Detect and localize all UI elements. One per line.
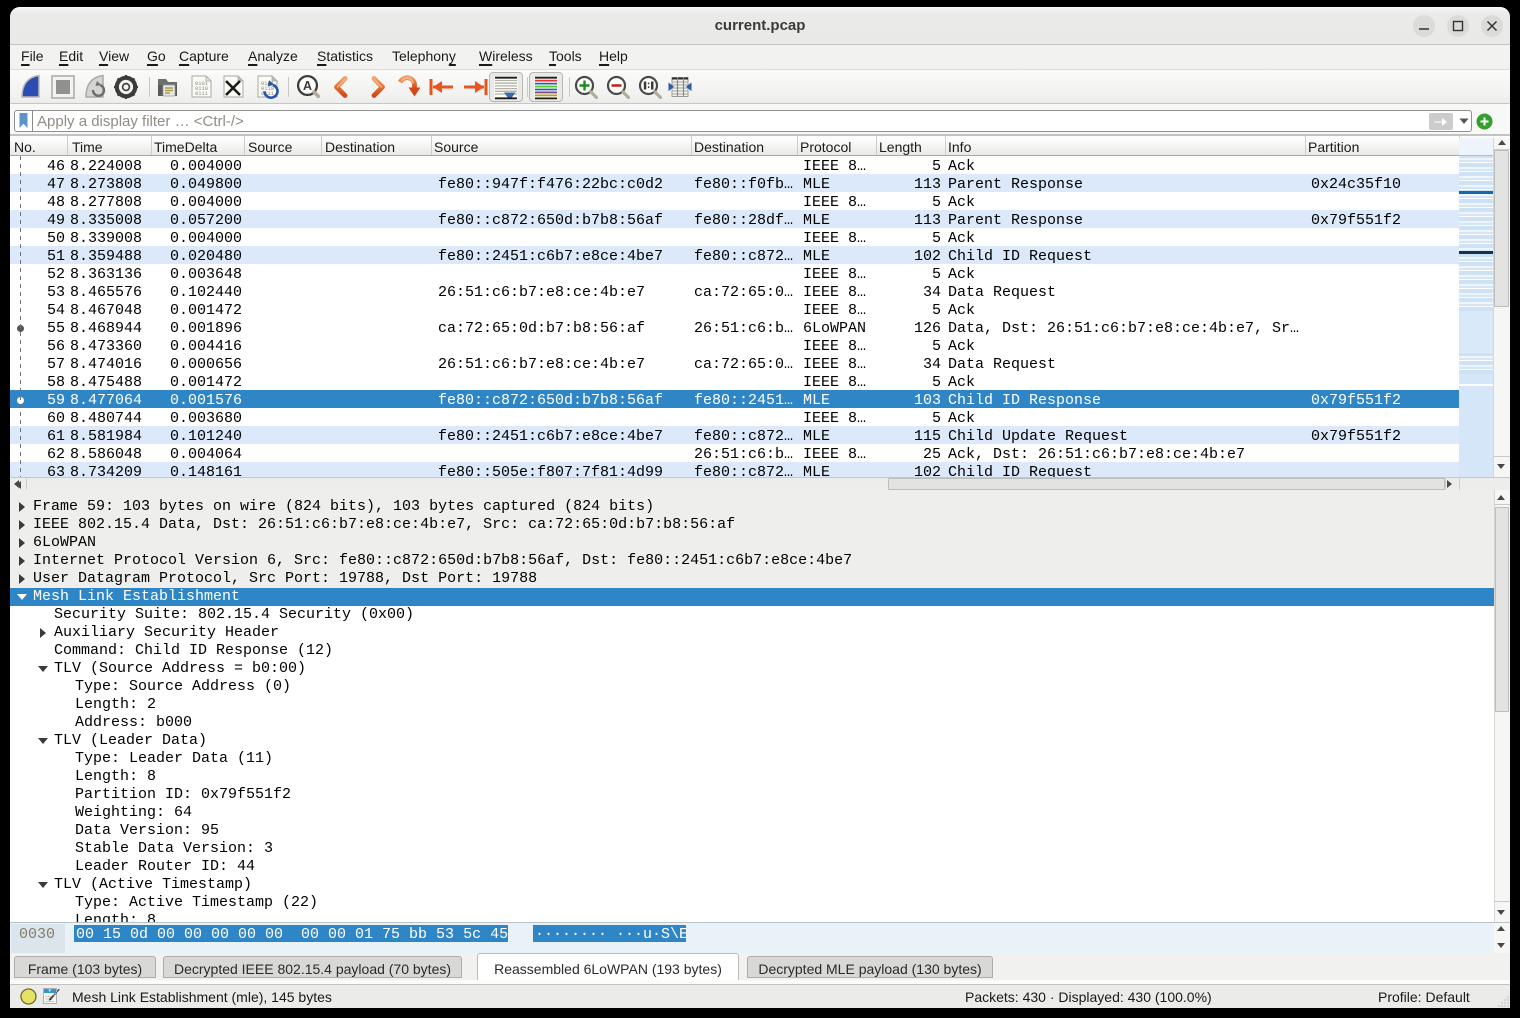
svg-text:A: A: [303, 79, 312, 93]
svg-text:0111: 0111: [195, 91, 208, 97]
